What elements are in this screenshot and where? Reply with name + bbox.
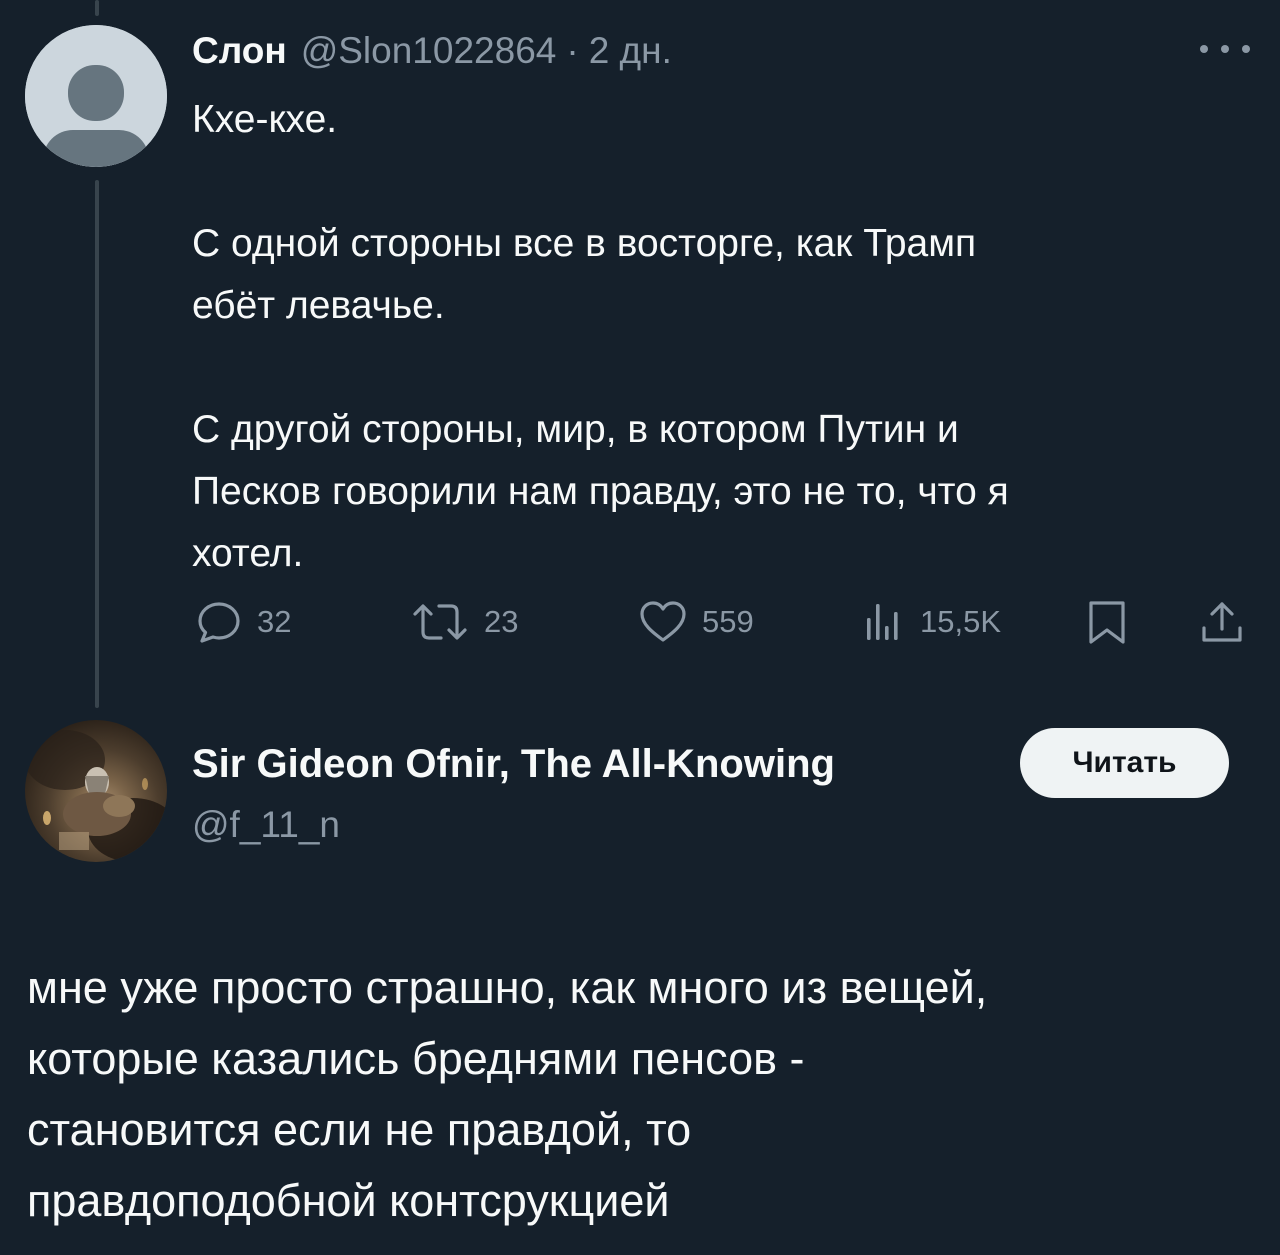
retweet-count: 23 — [484, 604, 519, 639]
analytics-icon — [867, 604, 898, 640]
bookmark-icon — [1089, 601, 1125, 644]
header-separator: · — [566, 30, 579, 71]
tweet-line: хотел. — [192, 532, 304, 575]
reply-count: 32 — [257, 604, 292, 639]
share-button[interactable] — [1198, 590, 1246, 654]
thread-line-top — [95, 0, 99, 16]
more-dot — [1221, 45, 1229, 53]
views-count: 15,5K — [920, 604, 1002, 639]
retweet-button[interactable]: 23 — [410, 590, 518, 654]
tweet-line: Песков говорили нам правду, это не то, ч… — [192, 470, 1009, 513]
more-dot — [1200, 45, 1208, 53]
retweet-icon — [413, 604, 467, 640]
knight-portrait-icon — [25, 730, 167, 862]
reply-text: мне уже просто страшно, как много из вещ… — [27, 952, 1257, 1236]
like-count: 559 — [702, 604, 754, 639]
tweet-time[interactable]: 2 дн. — [589, 26, 672, 76]
default-avatar-icon — [25, 25, 167, 167]
tweet-line: ебёт левачье. — [192, 284, 445, 327]
reply-line: мне уже просто страшно, как много из вещ… — [27, 962, 988, 1013]
views-button[interactable]: 15,5K — [862, 590, 1001, 654]
author-name[interactable]: Слон — [192, 26, 287, 76]
author-avatar[interactable] — [25, 25, 167, 167]
reply-line: правдоподобной контсрукцией — [27, 1175, 670, 1226]
bookmark-button[interactable] — [1083, 590, 1131, 654]
author-handle[interactable]: @Slon1022864 — [301, 26, 557, 76]
tweet-header: Слон @Slon1022864 · 2 дн. — [192, 26, 672, 76]
more-icon[interactable] — [1200, 34, 1250, 64]
tweet-line-break — [192, 151, 1242, 213]
reply-line: становится если не правдой, то — [27, 1104, 692, 1155]
tweet-line-break — [192, 337, 1242, 399]
reply-author-avatar[interactable] — [25, 720, 167, 862]
share-icon — [1202, 602, 1242, 642]
tweet-line: С другой стороны, мир, в котором Путин и — [192, 408, 959, 451]
heart-icon — [640, 601, 686, 642]
tweet-line: С одной стороны все в восторге, как Трам… — [192, 222, 977, 265]
reply-author-name[interactable]: Sir Gideon Ofnir, The All-Knowing — [192, 738, 835, 790]
reply-author-handle[interactable]: @f_11_n — [192, 800, 340, 850]
comment-icon — [198, 602, 240, 643]
tweet-actions: 32 23 559 15,5K — [0, 590, 1280, 654]
tweet-line: Кхе-кхе. — [192, 98, 338, 141]
more-dot — [1242, 45, 1250, 53]
reply-line: которые казались бреднями пенсов - — [27, 1033, 805, 1084]
reply-button[interactable]: 32 — [195, 590, 291, 654]
like-button[interactable]: 559 — [638, 590, 754, 654]
follow-button[interactable]: Читать — [1020, 728, 1229, 798]
tweet-text: Кхе-кхе. С одной стороны все в восторге,… — [192, 89, 1242, 585]
